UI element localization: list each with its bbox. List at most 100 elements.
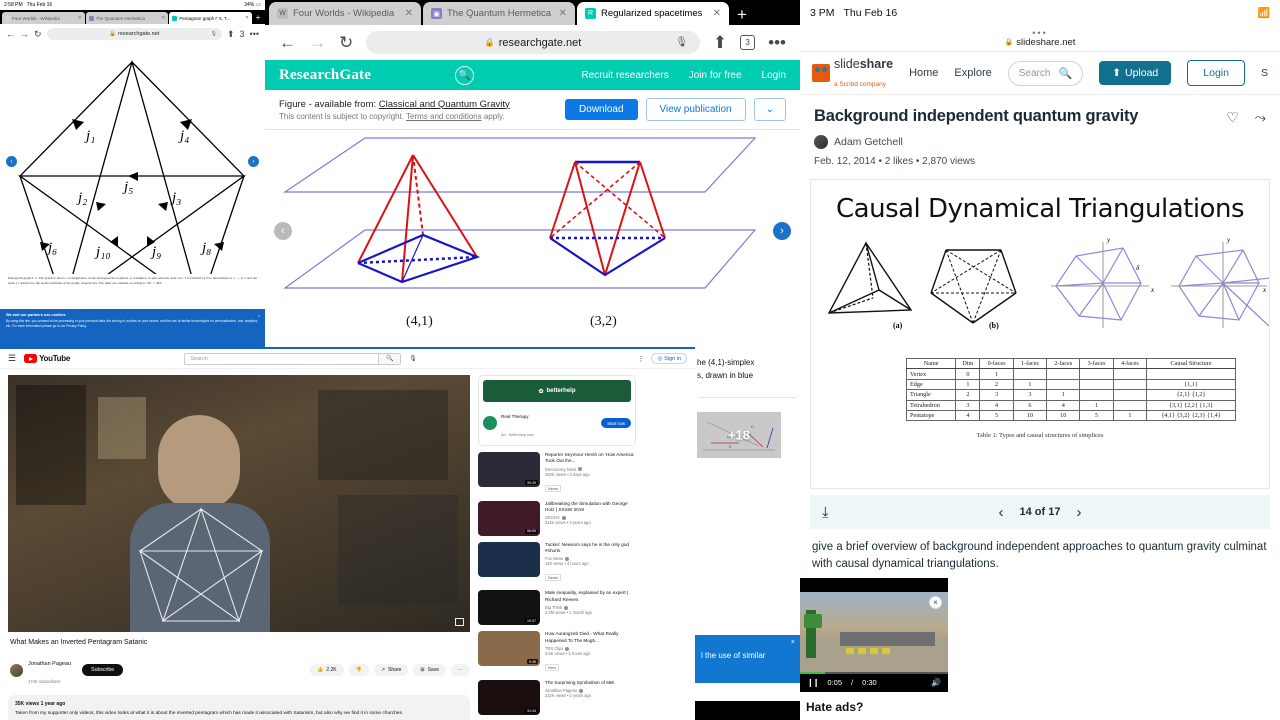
volume-icon[interactable]: 🔊 (931, 678, 941, 687)
share-icon[interactable]: ⬆ (227, 29, 235, 40)
microphone-icon[interactable]: 🎙 (409, 355, 417, 362)
fullscreen-icon[interactable] (455, 618, 464, 626)
small-address-bar[interactable]: 🔒 researchgate.net 🎙 (47, 28, 222, 40)
back-icon[interactable]: ← (6, 29, 15, 39)
rg-address-bar[interactable]: 🔒 researchgate.net 🎙 (366, 31, 700, 54)
pause-button[interactable]: ❙❙ (807, 678, 818, 687)
prev-slide-button[interactable]: ‹ (999, 504, 1004, 521)
video-thumbnail[interactable]: 31:34 (478, 680, 540, 715)
reload-icon[interactable]: ↻ (339, 33, 353, 53)
rg-tab-wikipedia[interactable]: W Four Worlds - Wikipedia ✕ (269, 2, 421, 25)
search-input[interactable]: Search 🔍 (1008, 61, 1083, 86)
figure-next-button[interactable]: › (248, 156, 259, 167)
youtube-logo[interactable]: YouTube (24, 354, 70, 363)
rg-tab-regularized-spacetimes[interactable]: R Regularized spacetimes ✕ (577, 2, 729, 25)
next-slide-button[interactable]: › (1076, 504, 1081, 521)
video-description-box[interactable]: 35K views 1 year ago Taken from my suppo… (8, 695, 470, 720)
cookie-close-icon[interactable]: × (791, 639, 795, 646)
video-thumbnail[interactable]: 19:37 (478, 590, 540, 625)
nav-recruit-researchers[interactable]: Recruit researchers (581, 70, 668, 81)
share-button[interactable]: ↗ Share (374, 664, 409, 676)
back-icon[interactable]: ← (279, 33, 296, 53)
video-thumbnail[interactable]: 56:59 (478, 501, 540, 536)
save-button[interactable]: ⊞ Save (413, 664, 446, 676)
signup-button[interactable]: S (1261, 67, 1268, 79)
recommended-video-item[interactable]: 31:34The Surprising Symbolism of 666Jona… (478, 680, 636, 715)
close-icon[interactable]: ✕ (77, 15, 81, 21)
upload-button[interactable]: ⬆ Upload (1099, 61, 1171, 85)
recommended-video-item[interactable]: Tucker: Newsom says he is the only god #… (478, 542, 636, 585)
tab-count-icon[interactable]: 3 (240, 29, 245, 39)
slide-viewer[interactable]: Causal Dynamical Triangulations (a) (810, 179, 1270, 489)
video-player[interactable] (8, 375, 470, 632)
like-button[interactable]: 👍 2.2K (310, 664, 344, 676)
recommended-video-item[interactable]: 56:59Jailbreaking the Simulation with Ge… (478, 501, 636, 536)
figure-source-link[interactable]: Classical and Quantum Gravity (379, 99, 510, 110)
more-icon[interactable]: ⋯ (451, 664, 470, 676)
ad-cta-button[interactable]: Start now (601, 418, 631, 428)
sign-in-button[interactable]: ◎ Sign in (651, 353, 687, 364)
close-icon[interactable]: ✕ (559, 8, 567, 19)
avatar[interactable] (10, 664, 23, 677)
channel-name[interactable]: Jonathan Pageau (28, 661, 71, 667)
microphone-icon[interactable]: 🎙 (675, 37, 688, 48)
new-tab-button[interactable]: + (253, 12, 263, 24)
small-tab-2[interactable]: Pentagram graph Γ 5, T... ✕ (169, 12, 252, 24)
author-name[interactable]: Adam Getchell (834, 136, 903, 148)
rg-tab-hermetica[interactable]: ▣ The Quantum Hermetica ✕ (423, 2, 575, 25)
researchgate-logo[interactable]: ResearchGate (279, 67, 371, 84)
search-input[interactable]: Search (184, 353, 379, 365)
figure-next-button[interactable]: › (773, 222, 791, 240)
recommended-video-item[interactable]: 9:45How Aurangzeb Died - What Really Hap… (478, 631, 636, 674)
subscribe-button[interactable]: Subscribe (82, 664, 123, 676)
share-icon[interactable]: ⤳ (1255, 109, 1266, 126)
microphone-icon[interactable]: 🎙 (211, 31, 217, 37)
close-icon[interactable]: ✕ (161, 15, 165, 21)
video-thumbnail[interactable]: 9:45 (478, 631, 540, 666)
recommended-video-item[interactable]: 19:37Male inequality, explained by an ex… (478, 590, 636, 625)
close-icon[interactable]: ✕ (245, 15, 249, 21)
nav-join-for-free[interactable]: Join for free (689, 70, 742, 81)
close-icon[interactable]: × (929, 596, 942, 609)
slideshare-address-bar[interactable]: ••• 🔒 slideshare.net (800, 26, 1280, 52)
search-icon[interactable]: 🔍 (1058, 67, 1072, 80)
close-icon[interactable]: ✕ (405, 8, 413, 19)
more-icon[interactable]: ••• (1032, 30, 1047, 37)
recommended-video-item[interactable]: 39:39Reporter Seymour Hersh on 'How Amer… (478, 452, 636, 495)
nav-login[interactable]: Login (762, 70, 786, 81)
cookie-close-icon[interactable]: × (258, 313, 260, 318)
more-icon[interactable]: ••• (250, 29, 259, 39)
reload-icon[interactable]: ↻ (34, 29, 42, 40)
terms-and-conditions-link[interactable]: Terms and conditions (406, 112, 482, 121)
slideshare-logo[interactable]: slideshare a Scribd company (812, 55, 893, 91)
view-publication-button[interactable]: View publication (646, 98, 746, 121)
more-icon[interactable]: ••• (768, 33, 786, 53)
video-thumbnail[interactable]: 39:39 (478, 452, 540, 487)
figure-prev-button[interactable]: ‹ (6, 156, 17, 167)
chevron-down-icon[interactable]: ⌄ (754, 98, 786, 121)
kebab-menu-icon[interactable]: ⋮ (637, 355, 644, 363)
dislike-button[interactable]: 👎 (349, 664, 369, 676)
figure-prev-button[interactable]: ‹ (274, 222, 292, 240)
search-icon[interactable]: 🔍 (379, 353, 401, 365)
ad-video-overlay[interactable]: × ❙❙ 0:05 / 0:30 🔊 (800, 578, 948, 700)
download-button[interactable]: Download (565, 99, 637, 120)
hamburger-menu-icon[interactable]: ☰ (8, 353, 16, 364)
forward-icon[interactable]: → (309, 33, 326, 53)
login-button[interactable]: Login (1187, 60, 1245, 86)
sidebar-ad[interactable]: ✿ betterhelp Real Therapy Ad · betterhel… (478, 375, 636, 446)
video-thumbnail[interactable] (478, 542, 540, 577)
small-tab-1[interactable]: The Quantum Hermetica ✕ (86, 12, 169, 24)
related-figure-thumbnail[interactable]: C C II +18 (697, 412, 781, 458)
share-icon[interactable]: ⬆ (713, 33, 727, 53)
deck-author[interactable]: Adam Getchell (814, 135, 1266, 149)
forward-icon[interactable]: → (20, 29, 29, 39)
close-icon[interactable]: ✕ (713, 8, 721, 19)
nav-explore[interactable]: Explore (954, 67, 991, 79)
progress-bar[interactable] (800, 672, 948, 674)
search-icon[interactable]: 🔍 (455, 66, 474, 85)
nav-home[interactable]: Home (909, 67, 938, 79)
heart-icon[interactable]: ♡ (1226, 109, 1239, 126)
tab-count-button[interactable]: 3 (740, 35, 755, 50)
small-tab-0[interactable]: Four Worlds - Wikipedia ✕ (2, 12, 85, 24)
